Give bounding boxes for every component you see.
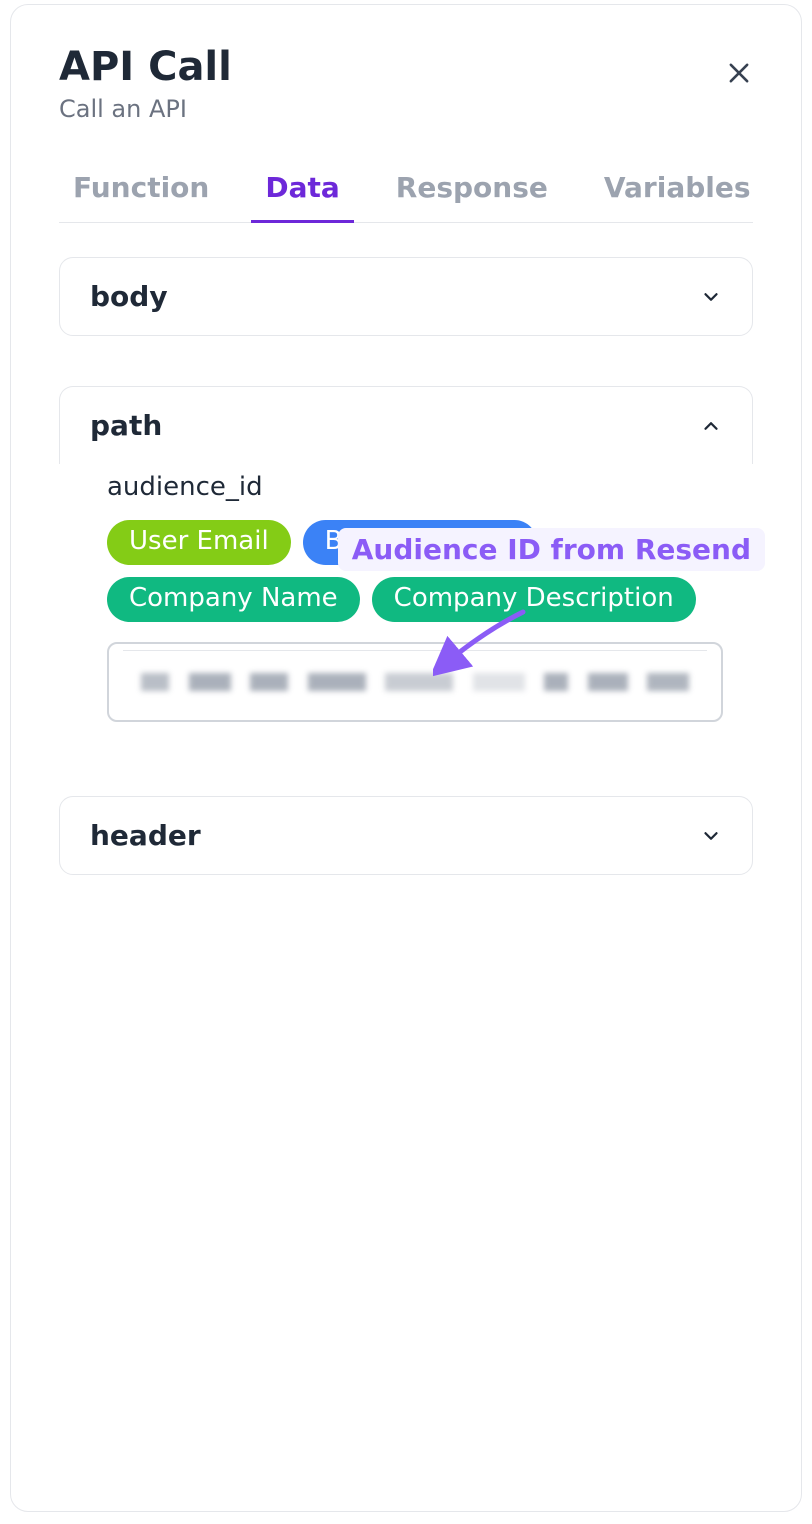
chevron-up-icon xyxy=(700,415,722,437)
section-body-header[interactable]: body xyxy=(60,258,752,335)
sections: body path audience_id User Email Branch … xyxy=(59,257,753,875)
section-path-content: audience_id User Email Branch Output Com… xyxy=(59,472,753,746)
tab-response[interactable]: Response xyxy=(382,171,562,223)
tabs: Function Data Response Variables xyxy=(59,171,753,223)
section-header: header xyxy=(59,796,753,875)
annotation-label: Audience ID from Resend xyxy=(338,528,765,571)
section-path: path xyxy=(59,386,753,464)
chip-company-description[interactable]: Company Description xyxy=(372,577,696,622)
api-call-panel: API Call Call an API Function Data Respo… xyxy=(10,4,802,1512)
section-body: body xyxy=(59,257,753,336)
tab-data[interactable]: Data xyxy=(251,171,353,223)
section-body-title: body xyxy=(90,280,168,313)
chip-user-email[interactable]: User Email xyxy=(107,520,291,565)
chevron-down-icon xyxy=(700,286,722,308)
panel-subtitle: Call an API xyxy=(59,95,232,123)
audience-id-input[interactable] xyxy=(107,642,723,722)
panel-title: API Call xyxy=(59,45,232,89)
section-header-header[interactable]: header xyxy=(60,797,752,874)
chip-company-name[interactable]: Company Name xyxy=(107,577,360,622)
title-block: API Call Call an API xyxy=(59,45,232,123)
chevron-down-icon xyxy=(700,825,722,847)
annotation-text: Audience ID from Resend xyxy=(352,533,751,566)
section-header-title: header xyxy=(90,819,201,852)
field-audience-id: audience_id User Email Branch Output Com… xyxy=(59,472,753,722)
tab-function[interactable]: Function xyxy=(59,171,223,223)
panel-header: API Call Call an API xyxy=(59,45,753,123)
section-path-title: path xyxy=(90,409,162,442)
section-path-header[interactable]: path xyxy=(60,387,752,464)
close-icon[interactable] xyxy=(725,59,753,92)
field-label-audience-id: audience_id xyxy=(107,472,723,502)
redacted-value xyxy=(141,673,689,691)
tab-variables[interactable]: Variables xyxy=(590,171,765,223)
input-divider xyxy=(123,650,707,651)
